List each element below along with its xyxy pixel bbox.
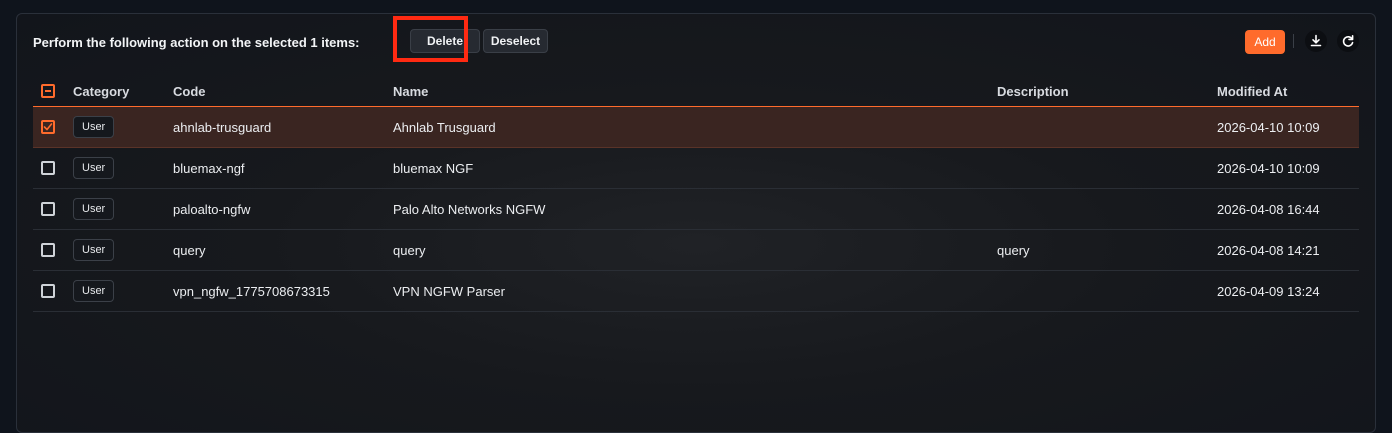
add-button[interactable]: Add — [1245, 30, 1285, 54]
select-all-cell — [41, 76, 55, 106]
header-category[interactable]: Category — [73, 76, 129, 106]
table-row[interactable]: User ahnlab-trusguard Ahnlab Trusguard 2… — [33, 107, 1359, 148]
code-cell: paloalto-ngfw — [173, 201, 251, 217]
row-checkbox[interactable] — [41, 202, 55, 216]
header-modified-at[interactable]: Modified At — [1217, 76, 1287, 106]
header-name[interactable]: Name — [393, 76, 428, 106]
download-icon — [1310, 34, 1322, 47]
modified-at-cell: 2026-04-08 14:21 — [1217, 242, 1320, 258]
table-header: Category Code Name Description Modified … — [33, 76, 1359, 107]
category-badge: User — [73, 157, 115, 179]
deselect-button[interactable]: Deselect — [483, 29, 548, 53]
category-badge: User — [73, 239, 115, 261]
category-badge: User — [73, 116, 115, 138]
bulk-action-text: Perform the following action on the sele… — [33, 34, 360, 50]
table-panel: Perform the following action on the sele… — [16, 13, 1376, 433]
name-cell: Palo Alto Networks NGFW — [393, 201, 546, 217]
code-cell: bluemax-ngf — [173, 160, 245, 176]
row-checkbox[interactable] — [41, 284, 55, 298]
name-cell: query — [393, 242, 426, 258]
modified-at-cell: 2026-04-09 13:24 — [1217, 283, 1320, 299]
modified-at-cell: 2026-04-08 16:44 — [1217, 201, 1320, 217]
table-row[interactable]: User query query query 2026-04-08 14:21 — [33, 230, 1359, 271]
table-row[interactable]: User bluemax-ngf bluemax NGF 2026-04-10 … — [33, 148, 1359, 189]
name-cell: bluemax NGF — [393, 160, 474, 176]
code-cell: ahnlab-trusguard — [173, 119, 272, 135]
name-cell: Ahnlab Trusguard — [393, 119, 496, 135]
row-checkbox[interactable] — [41, 120, 55, 134]
description-cell: query — [997, 242, 1030, 258]
table-row[interactable]: User vpn_ngfw_1775708673315 VPN NGFW Par… — [33, 271, 1359, 312]
refresh-button[interactable] — [1337, 30, 1359, 52]
header-code[interactable]: Code — [173, 76, 206, 106]
toolbar-divider — [1293, 34, 1294, 48]
check-icon — [43, 123, 53, 131]
header-description[interactable]: Description — [997, 76, 1069, 106]
code-cell: query — [173, 242, 206, 258]
row-checkbox[interactable] — [41, 161, 55, 175]
bulk-action-toolbar: Perform the following action on the sele… — [33, 16, 1359, 62]
refresh-icon — [1342, 35, 1354, 47]
highlight-box — [393, 16, 468, 62]
parsers-table: Category Code Name Description Modified … — [33, 76, 1359, 312]
modified-at-cell: 2026-04-10 10:09 — [1217, 160, 1320, 176]
table-row[interactable]: User paloalto-ngfw Palo Alto Networks NG… — [33, 189, 1359, 230]
category-badge: User — [73, 280, 115, 302]
category-badge: User — [73, 198, 115, 220]
download-button[interactable] — [1305, 30, 1327, 52]
code-cell: vpn_ngfw_1775708673315 — [173, 283, 330, 299]
select-all-checkbox[interactable] — [41, 84, 55, 98]
row-checkbox[interactable] — [41, 243, 55, 257]
name-cell: VPN NGFW Parser — [393, 283, 505, 299]
modified-at-cell: 2026-04-10 10:09 — [1217, 119, 1320, 135]
